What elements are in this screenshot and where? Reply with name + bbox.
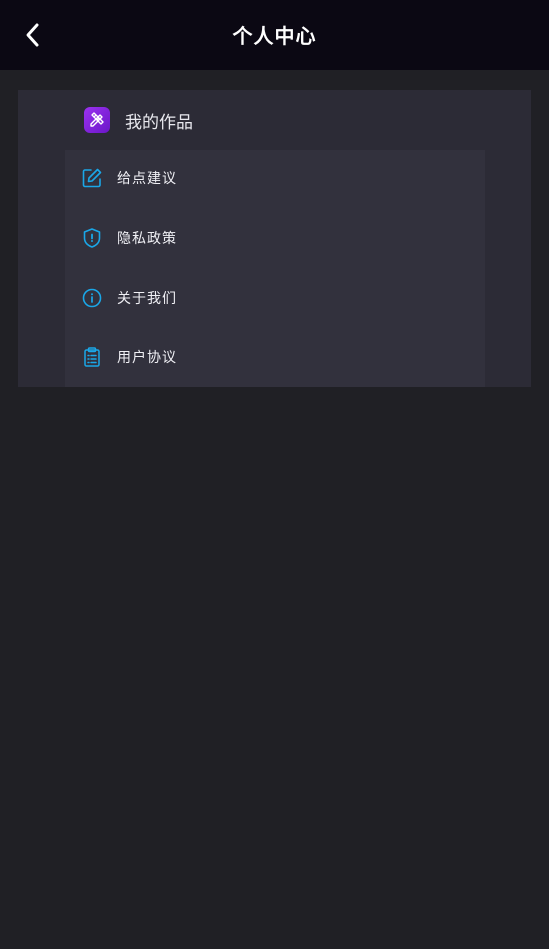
menu-item-label: 关于我们 xyxy=(117,291,177,307)
my-works-entry[interactable]: 我的作品 xyxy=(84,106,193,134)
my-works-label: 我的作品 xyxy=(125,112,193,133)
menu-item-label: 隐私政策 xyxy=(117,231,177,247)
info-icon xyxy=(81,287,103,309)
edit-icon xyxy=(81,167,103,189)
personal-center-page: 个人中心 我的作品 给点建议 隐私政策 关于我们 用户协议 xyxy=(0,0,549,949)
back-button[interactable] xyxy=(18,20,48,50)
profile-card: 我的作品 给点建议 隐私政策 关于我们 用户协议 xyxy=(18,90,531,387)
menu-item-feedback[interactable]: 给点建议 xyxy=(65,153,485,203)
menu-item-about-us[interactable]: 关于我们 xyxy=(65,273,485,323)
menu-item-privacy-policy[interactable]: 隐私政策 xyxy=(65,213,485,263)
settings-menu: 给点建议 隐私政策 关于我们 用户协议 xyxy=(65,150,485,387)
menu-item-user-agreement[interactable]: 用户协议 xyxy=(65,332,485,382)
menu-item-label: 用户协议 xyxy=(117,350,177,366)
shield-icon xyxy=(81,227,103,249)
chevron-left-icon xyxy=(24,21,42,49)
page-title: 个人中心 xyxy=(232,24,317,48)
menu-item-label: 给点建议 xyxy=(117,171,177,187)
clipboard-icon xyxy=(81,346,103,368)
top-navigation-bar: 个人中心 xyxy=(0,0,549,70)
design-tools-icon xyxy=(84,107,110,133)
